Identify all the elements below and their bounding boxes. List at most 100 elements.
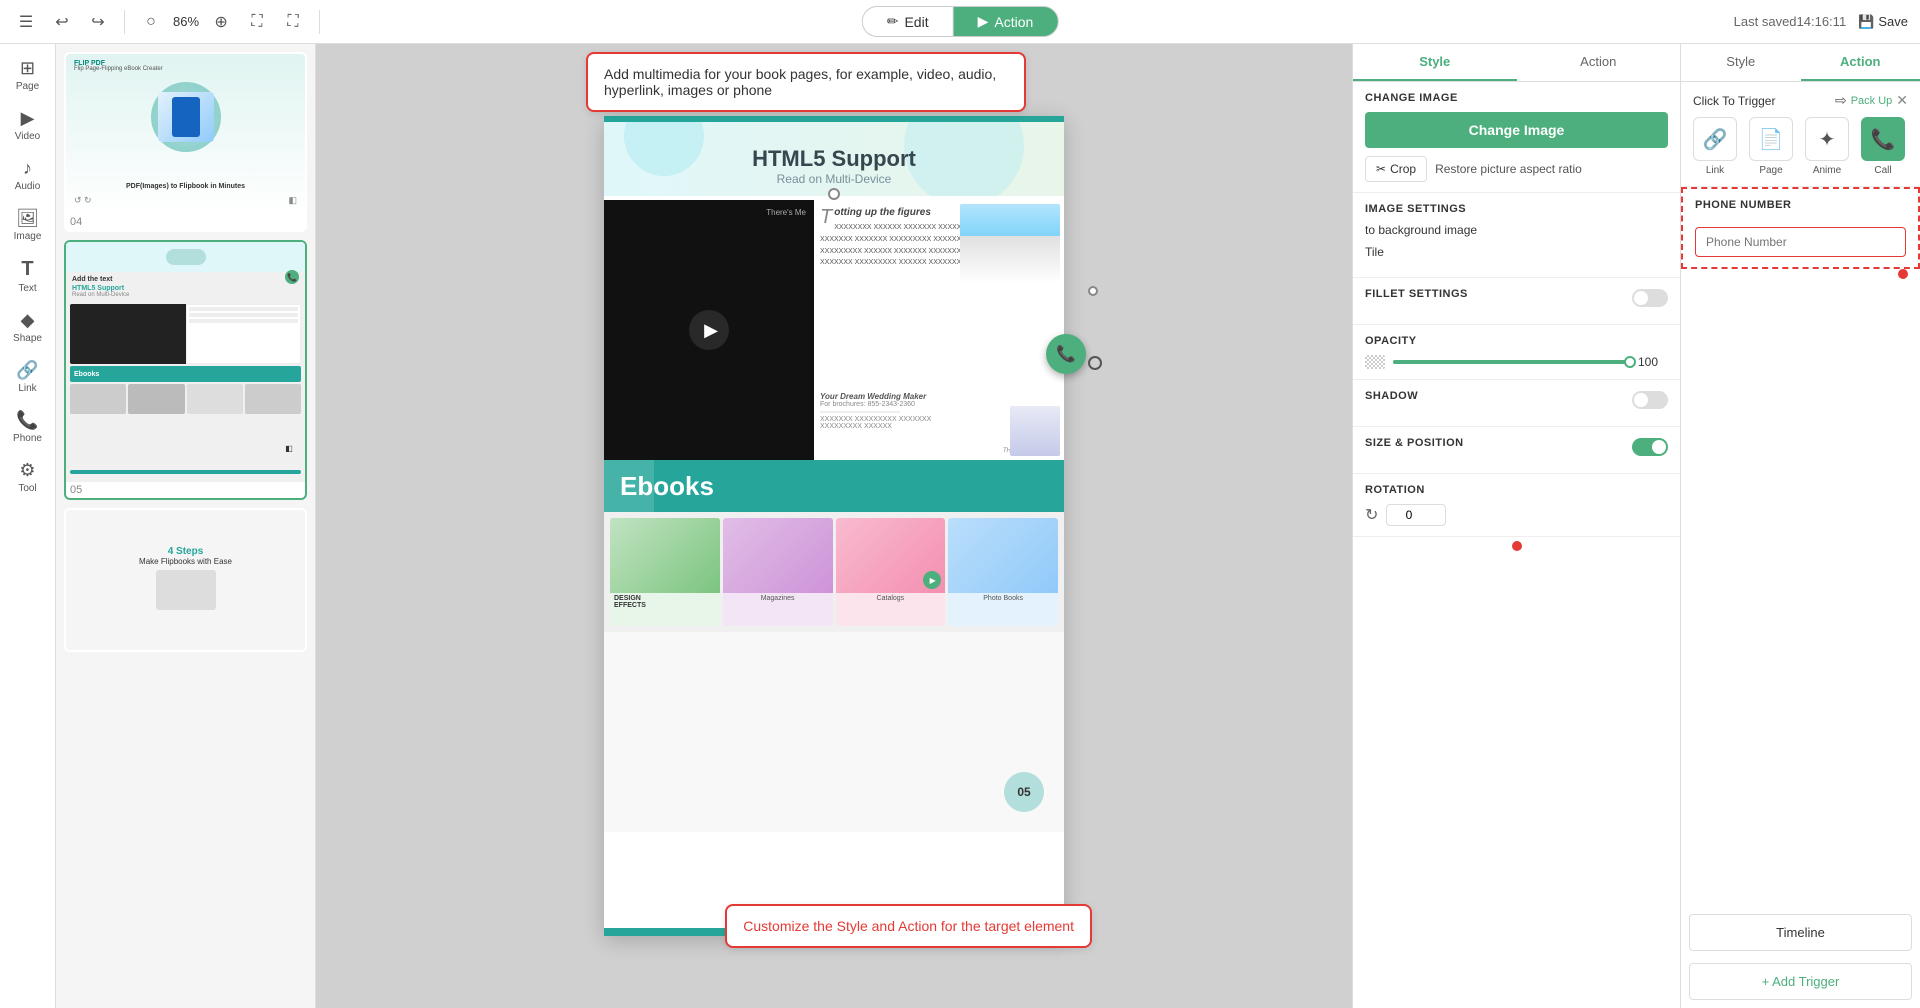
tooltip-bottom-text: Customize the Style and Action for the t… [743, 918, 1074, 934]
fillet-title: FILLET SETTINGS [1365, 288, 1468, 300]
fillet-header: FILLET SETTINGS [1365, 288, 1668, 308]
close-trigger-button[interactable]: ✕ [1896, 92, 1908, 109]
page-thumb-05[interactable]: Add the text HTML5 Support Read on Multi… [64, 240, 307, 500]
far-right-spacer [1681, 277, 1920, 906]
canvas-area: Add multimedia for your book pages, for … [316, 44, 1352, 1008]
far-tab-style[interactable]: Style [1681, 44, 1801, 81]
sidebar-label-shape: Shape [13, 333, 42, 344]
shadow-toggle[interactable] [1632, 391, 1668, 409]
action-tab[interactable]: ▶ Action [953, 6, 1059, 37]
page-action-label: Page [1759, 165, 1782, 176]
sidebar-item-image[interactable]: 🖼 Image [4, 202, 52, 248]
selection-handle-top[interactable] [828, 188, 840, 200]
pack-up-button[interactable]: Pack Up [1851, 95, 1893, 107]
tooltip-bottom: Customize the Style and Action for the t… [725, 904, 1092, 948]
opacity-value: 100 [1638, 355, 1668, 369]
far-panel-tabs: Style Action [1681, 44, 1920, 82]
far-action-label: Action [1840, 54, 1880, 69]
sidebar-item-page[interactable]: ⊞ Page [4, 52, 52, 98]
menu-button[interactable]: ☰ [12, 8, 40, 36]
page-thumb-04[interactable]: FLIP PDF Flip Page-Flipping eBook Create… [64, 52, 307, 232]
book-pages: T otting up the figures XXXXXXXX XXXXXX … [814, 200, 1064, 460]
handle-right[interactable] [1088, 286, 1098, 296]
text-icon: T [21, 258, 33, 281]
sidebar-item-text[interactable]: T Text [4, 252, 52, 300]
handle-outer[interactable] [1088, 356, 1102, 370]
tab-action[interactable]: Action [1517, 44, 1681, 81]
phone-number-section: PHONE NUMBER [1681, 187, 1920, 269]
tile-label: Tile [1365, 245, 1668, 259]
fit-screen-button[interactable]: ⛶ [243, 8, 271, 36]
sidebar-label-tool: Tool [18, 483, 36, 494]
canvas-h5-title: HTML5 Support [604, 146, 1064, 172]
canvas-wrapper: HTML5 Support Read on Multi-Device ▶ The… [604, 116, 1064, 936]
save-icon: 💾 [1858, 14, 1874, 30]
change-image-label: Change Image [1469, 122, 1565, 138]
rotation-input[interactable] [1386, 504, 1446, 526]
change-image-button[interactable]: Change Image [1365, 112, 1668, 148]
size-position-toggle[interactable] [1632, 438, 1668, 456]
add-trigger-label: + Add Trigger [1762, 974, 1840, 989]
thumb-04-subtitle: Flip Page-Flipping eBook Creater [74, 66, 163, 72]
crop-button[interactable]: ✂ Crop [1365, 156, 1427, 182]
tab-style[interactable]: Style [1353, 44, 1517, 81]
fullscreen-button[interactable]: ⛶ [279, 8, 307, 36]
tooltip-bubble-top: Add multimedia for your book pages, for … [586, 52, 1026, 112]
thumb-04-pdf-label: PDF(Images) to Flipbook in Minutes [74, 183, 297, 190]
canvas-header: HTML5 Support Read on Multi-Device [604, 116, 1064, 196]
save-button[interactable]: 💾 Save [1858, 14, 1908, 30]
sidebar-item-audio[interactable]: ♪ Audio [4, 152, 52, 198]
phone-bubble[interactable]: 📞 [1046, 334, 1086, 374]
link-action-box: 🔗 [1693, 117, 1737, 161]
add-trigger-container: + Add Trigger [1681, 959, 1920, 1008]
timeline-button[interactable]: Timeline [1689, 914, 1912, 951]
divider-2 [319, 10, 320, 34]
anime-action-icon: ✦ [1819, 127, 1836, 152]
rotation-title: ROTATION [1365, 484, 1668, 496]
sidebar-item-shape[interactable]: ◆ Shape [4, 304, 52, 350]
tool-icon: ⚙ [19, 460, 35, 481]
sidebar-label-text: Text [18, 283, 36, 294]
page-thumb-06[interactable]: 4 Steps Make Flipbooks with Ease [64, 508, 307, 652]
redo-button[interactable]: ↪ [84, 8, 112, 36]
thumb-05-title: Add the text [72, 276, 299, 283]
sidebar-label-phone: Phone [13, 433, 42, 444]
undo-button[interactable]: ↩ [48, 8, 76, 36]
image-icon: 🖼 [16, 208, 39, 229]
zoom-level: 86% [173, 14, 199, 29]
thumb-04-phone-img [158, 92, 214, 142]
right-style-panel: Style Action CHANGE IMAGE Change Image ✂… [1352, 44, 1680, 1008]
page-action-box: 📄 [1749, 117, 1793, 161]
divider-1 [124, 10, 125, 34]
phone-number-input[interactable] [1695, 227, 1906, 257]
sidebar-item-tool[interactable]: ⚙ Tool [4, 454, 52, 500]
far-tab-action[interactable]: Action [1801, 44, 1920, 81]
sidebar-label-page: Page [16, 81, 39, 92]
opacity-slider[interactable] [1393, 360, 1630, 364]
video-icon: ▶ [21, 108, 35, 129]
sidebar-label-image: Image [14, 231, 42, 242]
action-icon-anime[interactable]: ✦ Anime [1805, 117, 1849, 176]
sidebar-item-link[interactable]: 🔗 Link [4, 354, 52, 400]
action-icon-call[interactable]: 📞 Call [1861, 117, 1905, 176]
action-icon-page[interactable]: 📄 Page [1749, 117, 1793, 176]
fillet-toggle[interactable] [1632, 289, 1668, 307]
opacity-thumb[interactable] [1624, 356, 1636, 368]
sidebar-item-video[interactable]: ▶ Video [4, 102, 52, 148]
restore-label: Restore picture aspect ratio [1435, 162, 1582, 176]
zoom-out-button[interactable]: ○ [137, 8, 165, 36]
action-icon-link[interactable]: 🔗 Link [1693, 117, 1737, 176]
add-trigger-button[interactable]: + Add Trigger [1689, 963, 1912, 1000]
edit-tab[interactable]: ✏ Edit [862, 6, 953, 37]
page-number: 05 [1017, 785, 1030, 799]
pack-up-label: Pack Up [1851, 95, 1893, 107]
call-action-box: 📞 [1861, 117, 1905, 161]
rotation-section: ROTATION ↻ [1353, 474, 1680, 537]
zoom-in-button[interactable]: ⊕ [207, 8, 235, 36]
canvas-bottom: 05 [604, 632, 1064, 832]
thumb-05-sub: Read on Multi-Device [72, 292, 299, 298]
tile-row: Tile [1365, 245, 1668, 259]
video-panel: ▶ There's Me [604, 200, 814, 460]
change-image-title: CHANGE IMAGE [1365, 92, 1668, 104]
sidebar-item-phone[interactable]: 📞 Phone [4, 404, 52, 450]
